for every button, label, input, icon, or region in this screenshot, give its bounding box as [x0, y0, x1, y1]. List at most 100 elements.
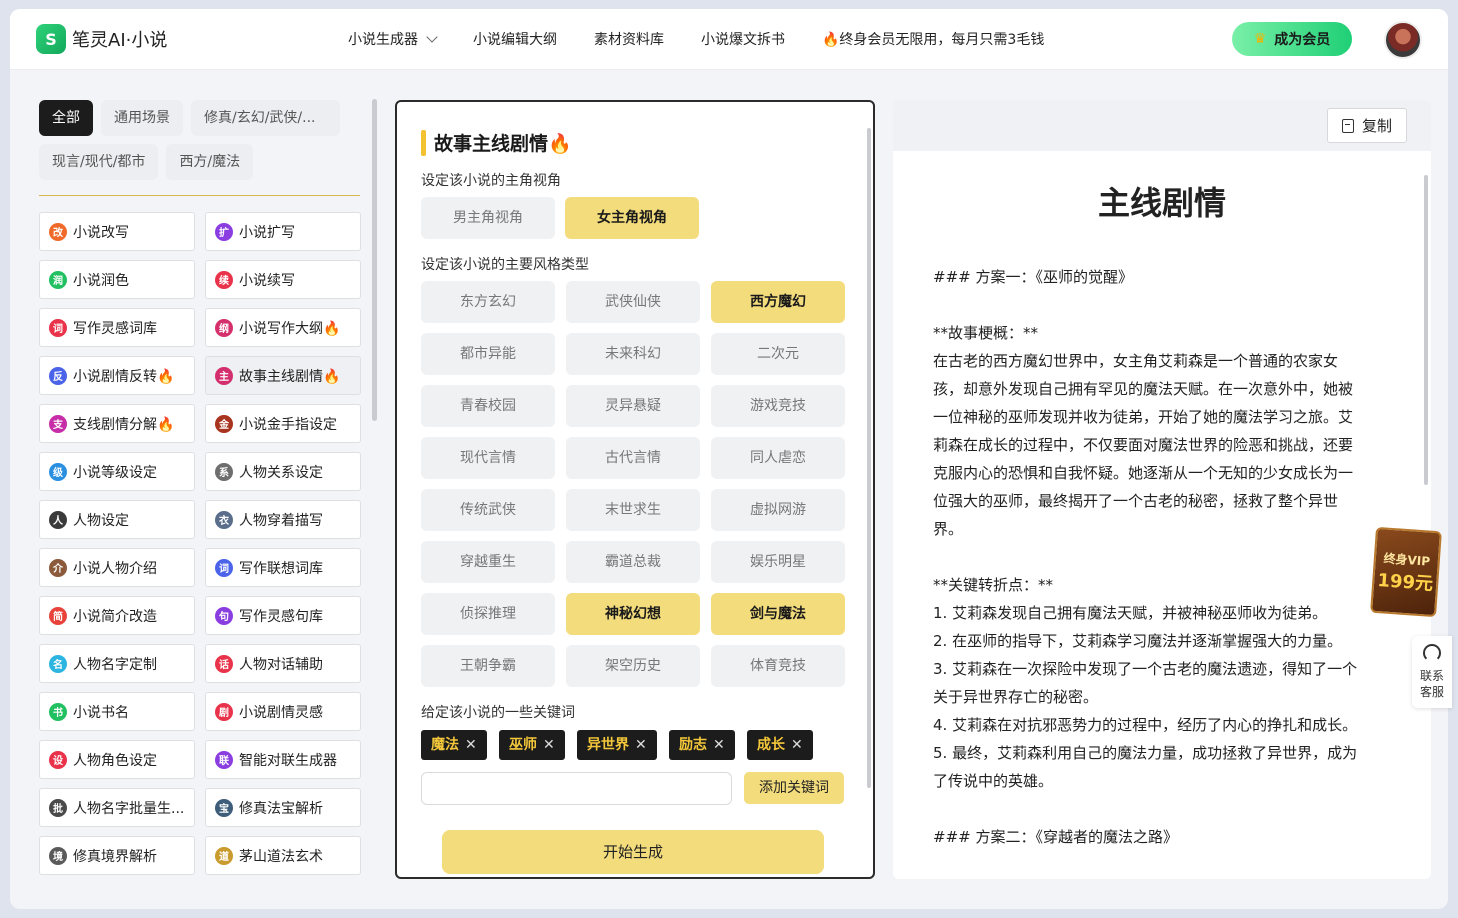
style-option[interactable]: 现代言情 [421, 437, 555, 479]
tool-item[interactable]: 主故事主线剧情🔥 [205, 356, 361, 395]
tool-item[interactable]: 句写作灵感句库 [205, 596, 361, 635]
close-icon[interactable]: ✕ [635, 737, 647, 753]
style-option[interactable]: 架空历史 [566, 645, 700, 687]
tool-item[interactable]: 设人物角色设定 [39, 740, 195, 779]
tool-item[interactable]: 书小说书名 [39, 692, 195, 731]
nav-book-breakdown[interactable]: 小说爆文拆书 [701, 29, 785, 49]
right-scrollbar[interactable] [1424, 175, 1428, 485]
tool-item[interactable]: 续小说续写 [205, 260, 361, 299]
become-member-button[interactable]: ♛ 成为会员 [1232, 22, 1352, 56]
style-option[interactable]: 娱乐明星 [711, 541, 845, 583]
style-option[interactable]: 古代言情 [566, 437, 700, 479]
style-option[interactable]: 青春校园 [421, 385, 555, 427]
tool-item[interactable]: 联智能对联生成器 [205, 740, 361, 779]
left-scrollbar[interactable] [372, 99, 377, 421]
tool-item[interactable]: 级小说等级设定 [39, 452, 195, 491]
tool-item[interactable]: 话人物对话辅助 [205, 644, 361, 683]
keyword-tag[interactable]: 励志 ✕ [669, 730, 735, 760]
middle-scrollbar[interactable] [867, 128, 871, 788]
copy-button[interactable]: 复制 [1327, 108, 1407, 143]
keyword-tag[interactable]: 异世界 ✕ [577, 730, 657, 760]
filter-chip-modern[interactable]: 现言/现代/都市 [39, 144, 159, 180]
result-panel: 复制 主线剧情 ### 方案一：《巫师的觉醒》 **故事梗概：** 在古老的西方魔幻… [893, 100, 1431, 879]
style-option[interactable]: 霸道总裁 [566, 541, 700, 583]
filter-chip-general[interactable]: 通用场景 [101, 100, 183, 136]
result-line: 一位神秘的巫师发现并收为徒弟，开始了她的魔法学习之旅。艾 [933, 408, 1354, 426]
pov-label: 设定该小说的主角视角 [421, 173, 561, 189]
tool-label: 修真境界解析 [73, 848, 157, 865]
result-content[interactable]: ### 方案一：《巫师的觉醒》 **故事梗概：** 在古老的西方魔幻世界中，女主角艾… [933, 263, 1393, 851]
become-member-label: 成为会员 [1274, 32, 1331, 48]
tool-item[interactable]: 剧小说剧情灵感 [205, 692, 361, 731]
tool-item[interactable]: 支支线剧情分解🔥 [39, 404, 195, 443]
filter-chip-western[interactable]: 西方/魔法 [166, 144, 254, 180]
keyword-input[interactable] [421, 772, 732, 805]
tool-item[interactable]: 人人物设定 [39, 500, 195, 539]
style-option[interactable]: 虚拟网游 [711, 489, 845, 531]
tool-item[interactable]: 境修真境界解析 [39, 836, 195, 875]
close-icon[interactable]: ✕ [713, 737, 725, 753]
style-option[interactable]: 体育竞技 [711, 645, 845, 687]
tool-item[interactable]: 简小说简介改造 [39, 596, 195, 635]
tool-icon: 金 [215, 414, 233, 433]
customer-service-button[interactable]: 联系 客服 [1412, 636, 1452, 708]
style-option[interactable]: 都市异能 [421, 333, 555, 375]
style-option[interactable]: 二次元 [711, 333, 845, 375]
tool-item[interactable]: 宝修真法宝解析 [205, 788, 361, 827]
result-header: 复制 [893, 100, 1431, 151]
pov-option-female[interactable]: 女主角视角 [565, 197, 699, 239]
style-option[interactable]: 王朝争霸 [421, 645, 555, 687]
tool-icon: 介 [49, 558, 67, 577]
copy-icon [1341, 118, 1354, 133]
tool-item[interactable]: 词写作灵感词库 [39, 308, 195, 347]
keyword-tag[interactable]: 巫师 ✕ [499, 730, 565, 760]
nav-material-library[interactable]: 素材资料库 [594, 29, 664, 49]
result-line: ### 方案一：《巫师的觉醒》 [933, 268, 1133, 286]
tool-item[interactable]: 系人物关系设定 [205, 452, 361, 491]
tool-icon: 道 [215, 846, 233, 865]
lifetime-vip-badge[interactable]: 终身VIP 199元 [1370, 526, 1442, 618]
style-option[interactable]: 未来科幻 [566, 333, 700, 375]
tool-item[interactable]: 扩小说扩写 [205, 212, 361, 251]
close-icon[interactable]: ✕ [465, 737, 477, 753]
style-option[interactable]: 穿越重生 [421, 541, 555, 583]
tool-item[interactable]: 改小说改写 [39, 212, 195, 251]
style-option[interactable]: 西方魔幻 [711, 281, 845, 323]
style-option[interactable]: 武侠仙侠 [566, 281, 700, 323]
add-keyword-button[interactable]: 添加关键词 [744, 772, 844, 804]
style-option[interactable]: 神秘幻想 [566, 593, 700, 635]
nav-lifetime-promo[interactable]: 🔥终身会员无限用，每月只需3毛钱 [822, 29, 1044, 49]
style-option[interactable]: 东方玄幻 [421, 281, 555, 323]
brand-logo[interactable]: S 笔灵AI·小说 [36, 24, 167, 54]
tool-item[interactable]: 批人物名字批量生... [39, 788, 195, 827]
tool-item[interactable]: 衣人物穿着描写 [205, 500, 361, 539]
close-icon[interactable]: ✕ [543, 737, 555, 753]
nav-outline-editor[interactable]: 小说编辑大纲 [473, 29, 557, 49]
tool-item[interactable]: 金小说金手指设定 [205, 404, 361, 443]
keyword-tag[interactable]: 魔法 ✕ [421, 730, 487, 760]
generate-button[interactable]: 开始生成 [442, 830, 824, 874]
pov-option-male[interactable]: 男主角视角 [421, 197, 555, 239]
style-option[interactable]: 传统武侠 [421, 489, 555, 531]
tool-item[interactable]: 词写作联想词库 [205, 548, 361, 587]
keyword-tag[interactable]: 成长 ✕ [747, 730, 813, 760]
tool-item[interactable]: 道茅山道法玄术 [205, 836, 361, 875]
tool-item[interactable]: 纲小说写作大纲🔥 [205, 308, 361, 347]
filter-chip-xianxia[interactable]: 修真/玄幻/武侠/... [191, 100, 340, 136]
nav-novel-generator[interactable]: 小说生成器 [348, 29, 438, 49]
tool-item[interactable]: 介小说人物介绍 [39, 548, 195, 587]
tool-item[interactable]: 润小说润色 [39, 260, 195, 299]
tool-item[interactable]: 名人物名字定制 [39, 644, 195, 683]
style-option[interactable]: 末世求生 [566, 489, 700, 531]
style-option[interactable]: 灵异悬疑 [566, 385, 700, 427]
tool-label: 写作灵感句库 [239, 608, 323, 625]
style-option[interactable]: 剑与魔法 [711, 593, 845, 635]
result-line [933, 291, 1393, 319]
user-avatar[interactable] [1384, 21, 1422, 59]
style-option[interactable]: 游戏竞技 [711, 385, 845, 427]
style-option[interactable]: 侦探推理 [421, 593, 555, 635]
style-option[interactable]: 同人虐恋 [711, 437, 845, 479]
filter-chip-all[interactable]: 全部 [39, 100, 93, 136]
close-icon[interactable]: ✕ [791, 737, 803, 753]
tool-item[interactable]: 反小说剧情反转🔥 [39, 356, 195, 395]
